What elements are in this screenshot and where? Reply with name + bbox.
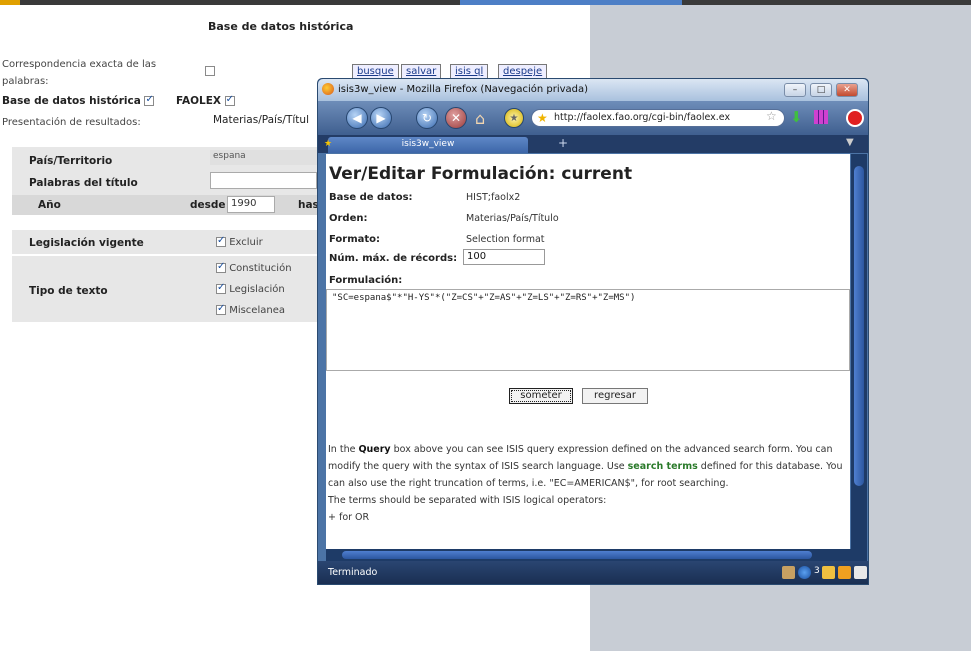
help-operators: The terms should be separated with ISIS … [328,495,607,506]
close-button[interactable]: ✕ [836,83,858,97]
back-button[interactable]: regresar [582,388,648,404]
horizontal-scrollbar[interactable] [326,549,867,561]
pais-label: País/Territorio [29,155,113,167]
db-hist-checkbox[interactable] [144,94,155,106]
tab-strip: ★ isis3w_view + ▼ [318,135,868,153]
faolex-checkbox[interactable] [224,94,235,106]
tab-isis3w-view[interactable]: ★ isis3w_view [324,137,528,153]
bookmark-page-icon[interactable]: ☆ [766,109,777,123]
stop-icon[interactable]: ✕ [445,107,467,129]
status-count: 3 [814,566,820,576]
tipo-label: Tipo de texto [29,285,108,297]
desde-label: desde [190,199,226,211]
home-icon[interactable]: ⌂ [475,109,485,128]
orden-label: Orden: [329,213,368,224]
address-bar[interactable]: ★ http://faolex.fao.org/cgi-bin/faolex.ex [531,109,785,127]
minimize-button[interactable]: – [784,83,806,97]
formato-label: Formato: [329,234,381,245]
maximize-button[interactable]: □ [810,83,832,97]
formato-value: Selection format [466,234,545,245]
base-datos-value: HIST;faolx2 [466,192,521,203]
query-textarea[interactable]: "SC=espana$"*"H-YS"*("Z=CS"+"Z=AS"+"Z=LS… [326,289,850,371]
legislacion-label: Legislación vigente [29,237,144,249]
site-icon: ★ [537,111,548,125]
addon-grid-icon[interactable] [814,110,828,124]
status-text: Terminado [328,567,378,578]
adblock-stop-icon[interactable] [846,109,864,127]
submit-button[interactable]: someter [509,388,573,404]
page-content: Ver/Editar Formulación: current Base de … [326,154,850,549]
base-datos-label: Base de datos: [329,192,413,203]
busque-button[interactable]: busque [352,64,399,79]
navigation-toolbar: ◀ ▶ ↻ ✕ ⌂ ★ ★ http://faolex.fao.org/cgi-b… [318,101,868,135]
miscelanea-checkbox[interactable] [216,303,226,315]
excluir-checkbox[interactable] [216,235,226,247]
anio-label: Año [38,199,61,211]
reload-icon[interactable]: ↻ [416,107,438,129]
download-icon[interactable]: ⬇ [790,108,808,126]
status-bar: Terminado 3 [318,561,868,584]
tab-favicon-icon: ★ [324,139,333,149]
status-t-icon[interactable] [822,566,835,579]
salvar-button[interactable]: salvar [401,64,442,79]
faolex-label: FAOLEX [176,94,235,107]
status-b-icon[interactable] [838,566,851,579]
bookmark-star-icon[interactable]: ★ [504,108,524,128]
horizontal-scroll-thumb[interactable] [342,551,812,559]
num-max-label: Núm. máx. de récords: [329,253,458,264]
despeje-button[interactable]: despeje [498,64,548,79]
palabras-label: Palabras del título [29,177,138,189]
db-hist-label: Base de datos histórica [2,94,155,107]
orden-value: Materias/País/Título [466,213,559,224]
search-terms-link[interactable]: search terms [628,461,698,472]
window-title: isis3w_view - Mozilla Firefox (Navegació… [338,84,589,95]
firefox-logo-icon [322,83,334,95]
constitucion-checkbox[interactable] [216,261,226,273]
vertical-scrollbar[interactable] [851,154,867,549]
firefox-window: isis3w_view - Mozilla Firefox (Navegació… [317,78,869,585]
back-icon[interactable]: ◀ [346,107,368,129]
presentation-select[interactable]: Materias/País/Títul [213,114,309,126]
tab-list-icon[interactable]: ▼ [846,137,854,148]
new-tab-icon[interactable]: + [558,136,568,150]
formulacion-label: Formulación: [329,275,403,286]
forward-icon[interactable]: ▶ [370,107,392,129]
help-or-operator: + for OR [328,512,370,523]
window-titlebar: isis3w_view - Mozilla Firefox (Navegació… [318,79,868,101]
exact-match-checkbox[interactable] [205,66,215,76]
status-globe-icon[interactable] [798,566,811,579]
exact-match-label: Correspondencia exacta de las palabras: [2,59,157,87]
tipo-option[interactable]: Legislación [216,282,285,295]
excluir-option[interactable]: Excluir [216,235,263,248]
help-paragraph: In the Query box above you can see ISIS … [328,444,843,489]
num-max-input[interactable]: 100 [463,249,545,265]
vertical-scroll-thumb[interactable] [854,166,864,486]
page-header: Base de datos histórica [208,20,354,33]
form-heading: Ver/Editar Formulación: current [329,164,633,184]
top-taskbar-strip [0,0,971,5]
status-mail-icon[interactable] [854,566,867,579]
legislacion-checkbox[interactable] [216,282,226,294]
tipo-option[interactable]: Miscelanea [216,303,285,316]
tipo-option[interactable]: Constitución [216,261,292,274]
pais-field[interactable]: espana [210,150,317,165]
desde-field[interactable]: 1990 [227,196,275,213]
help-text: In the Query box above you can see ISIS … [328,441,848,526]
hasta-label: has [298,199,319,211]
isis-ql-button[interactable]: isis ql [450,64,489,79]
palabras-field[interactable] [210,172,317,189]
presentation-label: Presentación de resultados: [2,117,141,128]
status-addon-icon[interactable] [782,566,795,579]
url-text: http://faolex.fao.org/cgi-bin/faolex.ex [554,112,731,123]
